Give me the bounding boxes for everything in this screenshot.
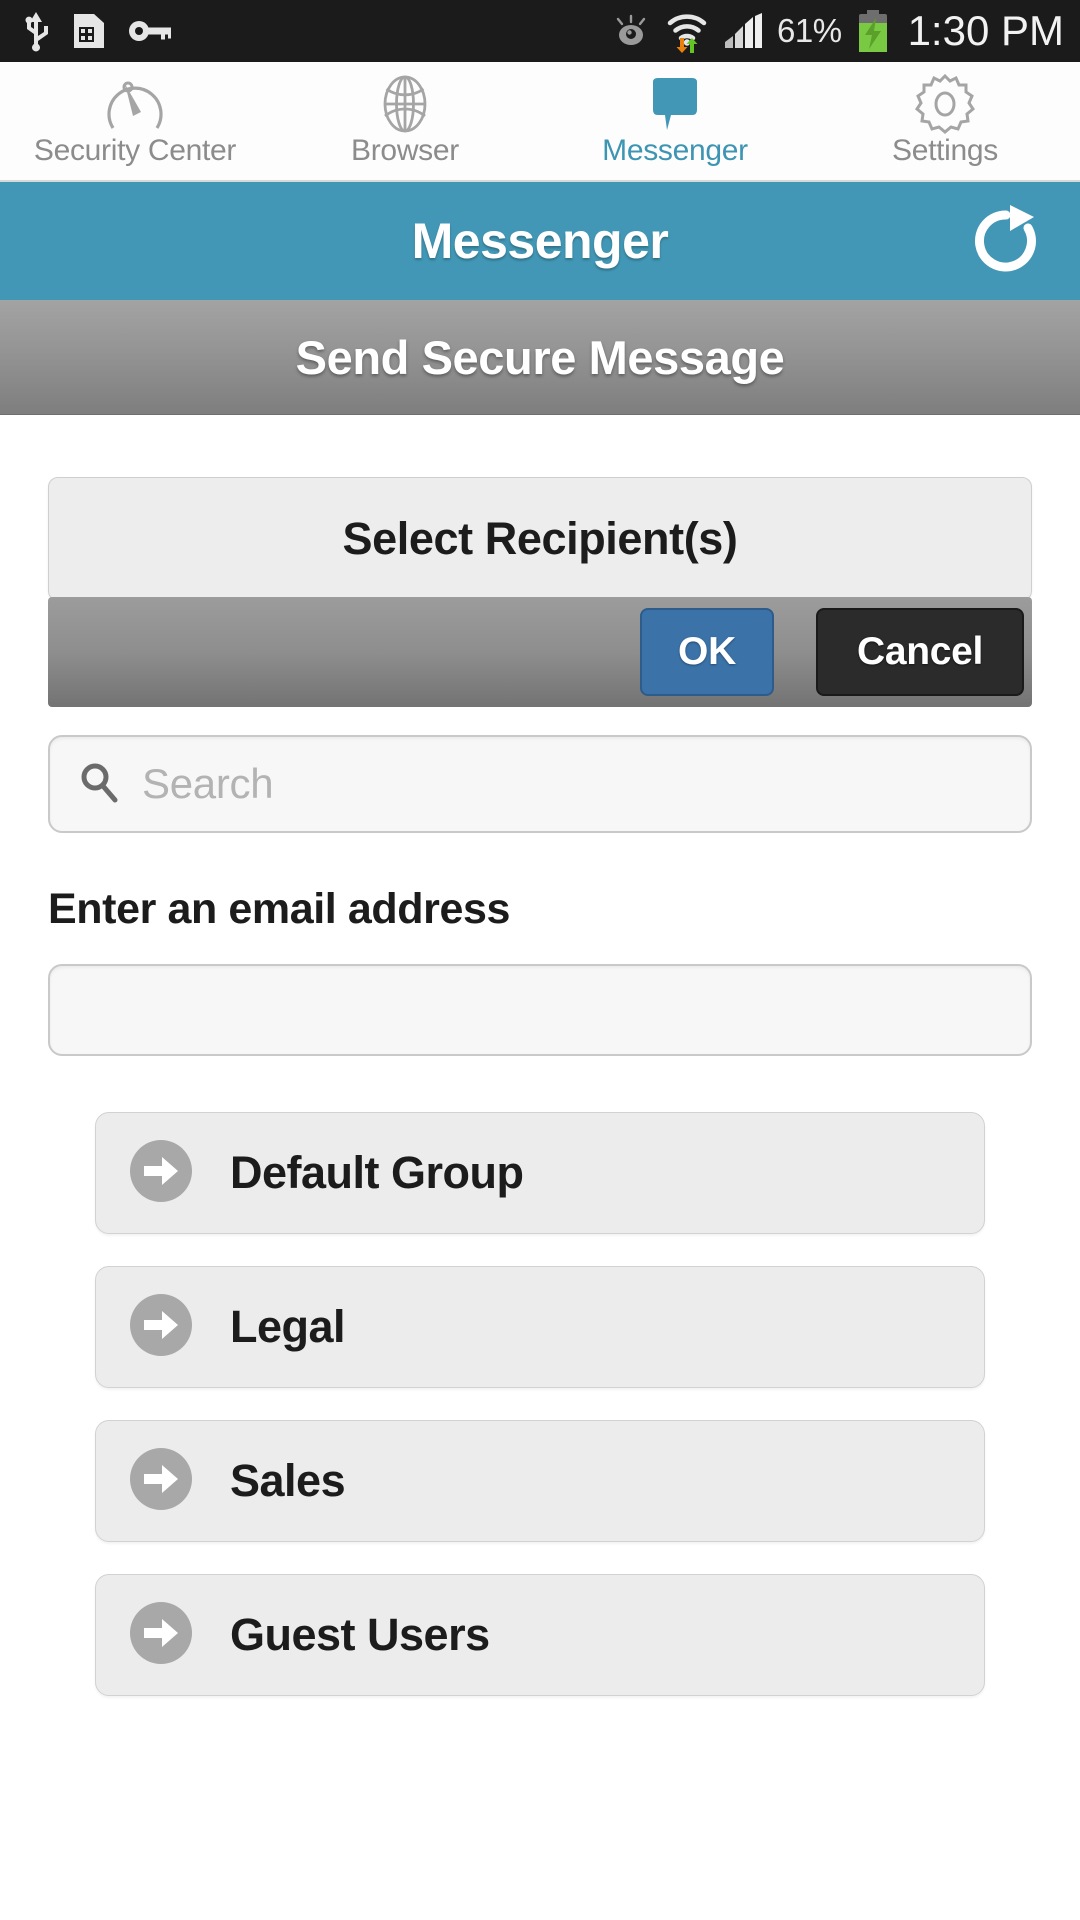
app-header: Messenger	[0, 182, 1080, 300]
wifi-transfer-icon	[665, 9, 709, 53]
arrow-right-circle-icon	[128, 1600, 194, 1671]
list-item-label: Legal	[230, 1301, 346, 1352]
globe-icon	[373, 70, 437, 138]
tab-label-security-center: Security Center	[33, 134, 237, 167]
tab-settings[interactable]: Settings	[810, 62, 1080, 180]
main-content: Select Recipient(s) OK Cancel Search Ent…	[0, 477, 1080, 1696]
group-list: Default Group Legal Sales Guest Users	[0, 1112, 1080, 1696]
status-bar-right-icons: 61% 1:30 PM	[611, 7, 1064, 55]
select-recipients-label: Select Recipient(s)	[342, 513, 738, 564]
section-header: Send Secure Message	[0, 300, 1080, 415]
clock-label: 1:30 PM	[907, 7, 1064, 54]
list-item[interactable]: Sales	[95, 1420, 985, 1542]
status-bar: 61% 1:30 PM	[0, 0, 1080, 62]
arrow-right-circle-icon	[128, 1138, 194, 1209]
speech-bubble-icon	[643, 70, 707, 138]
sim-card-alert-icon	[72, 10, 106, 52]
list-item-label: Default Group	[230, 1147, 524, 1198]
battery-charging-icon	[856, 9, 890, 53]
tab-label-messenger: Messenger	[602, 134, 748, 167]
search-field[interactable]: Search	[48, 735, 1032, 833]
tab-messenger[interactable]: Messenger	[540, 62, 810, 180]
battery-percent-label: 61%	[777, 12, 842, 49]
select-recipients-box[interactable]: Select Recipient(s)	[48, 477, 1032, 601]
search-input-placeholder: Search	[142, 760, 274, 807]
tab-label-browser: Browser	[351, 134, 459, 167]
arrow-right-circle-icon	[128, 1292, 194, 1363]
vpn-key-icon	[128, 19, 172, 43]
email-field-label: Enter an email address	[48, 885, 511, 933]
gauge-icon	[103, 70, 167, 138]
email-input[interactable]	[48, 964, 1032, 1056]
list-item[interactable]: Default Group	[95, 1112, 985, 1234]
search-icon	[78, 761, 120, 808]
tab-security-center[interactable]: Security Center	[0, 62, 270, 180]
section-header-title: Send Secure Message	[295, 330, 785, 384]
arrow-right-circle-icon	[128, 1446, 194, 1517]
dialog-action-bar: OK Cancel	[48, 597, 1032, 707]
tab-label-settings: Settings	[892, 134, 998, 167]
ok-button[interactable]: OK	[640, 608, 774, 696]
usb-icon	[22, 10, 50, 52]
list-item-label: Sales	[230, 1455, 346, 1506]
list-item-label: Guest Users	[230, 1609, 490, 1660]
top-tab-bar: Security Center Browser Messenger Settin…	[0, 62, 1080, 182]
tab-browser[interactable]: Browser	[270, 62, 540, 180]
gear-icon	[913, 70, 977, 138]
status-bar-left-icons	[22, 10, 172, 52]
list-item[interactable]: Guest Users	[95, 1574, 985, 1696]
cellular-signal-icon	[723, 12, 763, 50]
page-title: Messenger	[411, 213, 669, 269]
refresh-icon[interactable]	[962, 197, 1050, 285]
smart-stay-eye-icon	[611, 14, 651, 48]
list-item[interactable]: Legal	[95, 1266, 985, 1388]
cancel-button[interactable]: Cancel	[816, 608, 1024, 696]
